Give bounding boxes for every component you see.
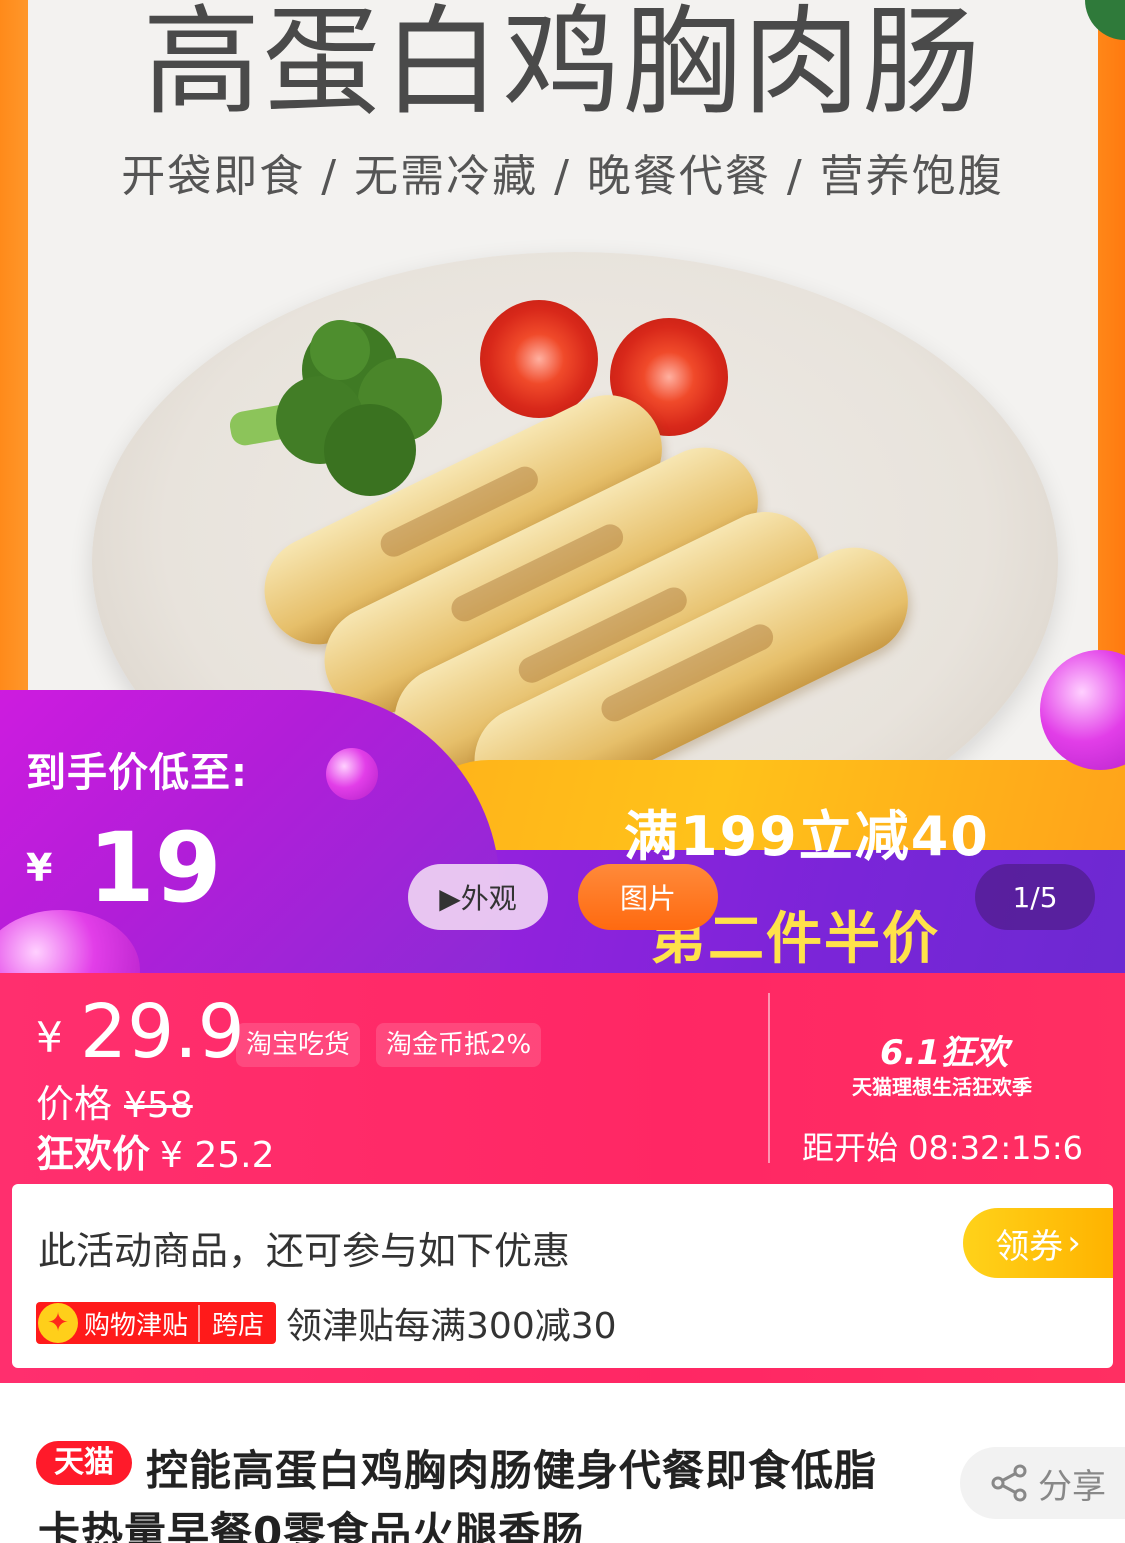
get-coupon-button[interactable]: 领券 ›	[963, 1208, 1113, 1278]
product-image-carousel[interactable]: 高蛋白鸡胸肉肠 开袋即食 / 无需冷藏 / 晚餐代餐 / 营养饱腹 到手价低至:…	[0, 0, 1125, 975]
share-label: 分享	[1038, 1466, 1106, 1507]
shopping-subsidy[interactable]: ✦ 购物津贴 跨店 领津贴每满300减30	[36, 1302, 617, 1347]
picture-tab-button[interactable]: 图片	[578, 864, 718, 930]
subsidy-badge: ✦ 购物津贴 跨店	[36, 1302, 277, 1344]
banner-headline: 高蛋白鸡胸肉肠	[142, 0, 983, 131]
original-price-value: ¥58	[124, 1085, 193, 1126]
carnival-price-value: ¥ 25.2	[160, 1135, 275, 1176]
subsidy-name: 购物津贴	[78, 1304, 201, 1342]
event-subtitle: 天猫理想生活狂欢季	[852, 1075, 1032, 1099]
price-tag: 淘金币抵2%	[376, 1023, 542, 1067]
promo-label: 到手价低至:	[26, 750, 248, 796]
price-tag: 淘宝吃货	[236, 1023, 361, 1067]
coupon-description: 此活动商品，还可参与如下优惠	[38, 1229, 571, 1273]
price-divider	[768, 993, 770, 1163]
coupon-card: 此活动商品，还可参与如下优惠 领券 › ✦ 购物津贴 跨店 领津贴每满300减3…	[12, 1184, 1113, 1368]
original-price: 价格 ¥58	[36, 1073, 193, 1128]
promo-price: 19	[88, 812, 222, 924]
share-icon	[991, 1464, 1027, 1502]
current-price: 29.9	[80, 989, 245, 1075]
event-title: 6.1狂欢	[880, 1033, 1009, 1073]
promo-currency: ¥	[26, 846, 53, 890]
image-counter: 1/5	[975, 864, 1095, 930]
share-button[interactable]: 分享	[960, 1447, 1125, 1519]
carnival-price: 狂欢价 ¥ 25.2	[36, 1123, 275, 1178]
event-countdown: 距开始 08:32:15:6	[802, 1129, 1084, 1167]
product-title-area: 天猫 控能高蛋白鸡胸肉肠健身代餐即食低脂 卡热量早餐0零食品火腿香肠 分享	[0, 1383, 1125, 1543]
product-title-line1: 控能高蛋白鸡胸肉肠健身代餐即食低脂	[146, 1446, 878, 1495]
chevron-right-icon: ›	[1067, 1223, 1081, 1263]
bubble-decoration	[326, 748, 378, 800]
tomato-image	[480, 300, 598, 418]
carnival-price-label: 狂欢价	[36, 1132, 151, 1176]
banner-subline: 开袋即食 / 无需冷藏 / 晚餐代餐 / 营养饱腹	[121, 151, 1004, 202]
price-currency: ¥	[36, 1013, 63, 1062]
flame-icon: ✦	[38, 1303, 78, 1343]
subsidy-description: 领津贴每满300减30	[286, 1306, 617, 1347]
subsidy-cross-store: 跨店	[212, 1310, 265, 1341]
original-price-label: 价格	[36, 1082, 113, 1126]
appearance-button[interactable]: ▶外观	[408, 864, 548, 930]
product-title-line2: 卡热量早餐0零食品火腿香肠	[38, 1508, 585, 1543]
tmall-badge: 天猫	[36, 1441, 132, 1485]
get-coupon-label: 领券	[995, 1226, 1064, 1267]
promo-discount: 满199立减40	[624, 805, 990, 868]
